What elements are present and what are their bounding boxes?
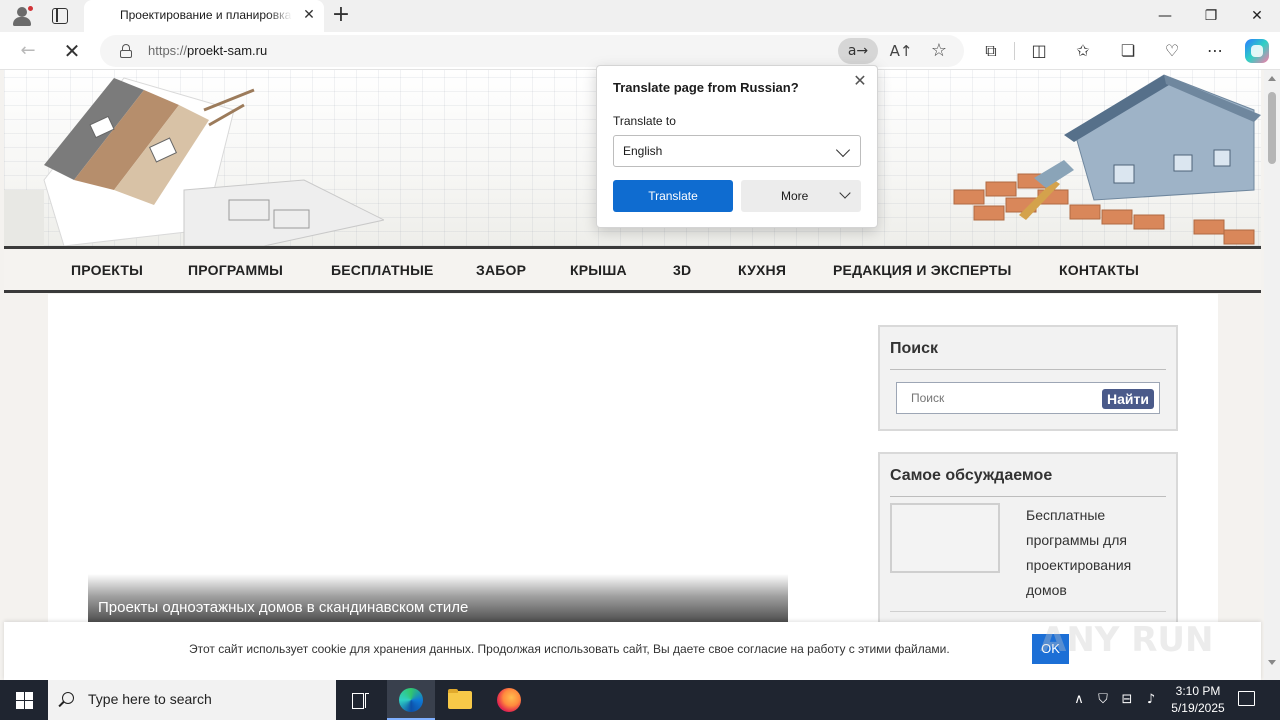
profile-avatar-icon[interactable] bbox=[12, 5, 34, 26]
search-widget: Поиск Найти bbox=[878, 325, 1178, 431]
volume-icon[interactable]: ♪ bbox=[1142, 690, 1160, 710]
house-illustration-left bbox=[4, 77, 384, 246]
maximize-button[interactable]: ❐ bbox=[1188, 0, 1234, 32]
favorites-icon[interactable]: ✩ bbox=[1068, 37, 1098, 65]
firefox-icon[interactable] bbox=[485, 680, 533, 720]
nav-item-free[interactable]: БЕСПЛАТНЫЕ bbox=[331, 262, 434, 278]
more-menu-icon[interactable]: ⋯ bbox=[1200, 37, 1230, 65]
browser-essentials-icon[interactable]: ♡ bbox=[1157, 37, 1187, 65]
search-widget-title: Поиск bbox=[890, 340, 939, 357]
tray-overflow-chevron-icon[interactable]: ∧ bbox=[1070, 690, 1088, 710]
translate-popup-title: Translate page from Russian? bbox=[613, 80, 799, 95]
clock-time: 3:10 PM bbox=[1175, 684, 1221, 698]
more-button-label: More bbox=[781, 189, 809, 203]
translate-popup: Translate page from Russian? ✕ Translate… bbox=[596, 65, 878, 228]
url-text[interactable]: https://proekt-sam.ru bbox=[148, 43, 267, 58]
clock-date: 5/19/2025 bbox=[1171, 701, 1225, 715]
more-button[interactable]: More bbox=[741, 180, 861, 212]
copilot-icon[interactable] bbox=[1245, 39, 1269, 63]
nav-item-fence[interactable]: ЗАБОР bbox=[476, 262, 526, 278]
tab-close-icon[interactable]: ✕ bbox=[300, 6, 318, 24]
cookie-notice-text: Этот сайт использует cookie для хранения… bbox=[189, 642, 950, 656]
scroll-up-arrow-icon[interactable] bbox=[1268, 76, 1276, 81]
house-illustration-right bbox=[953, 74, 1261, 245]
taskbar-search-placeholder: Type here to search bbox=[88, 691, 212, 707]
nav-item-kitchen[interactable]: КУХНЯ bbox=[738, 262, 786, 278]
search-button[interactable]: Найти bbox=[1102, 389, 1154, 409]
search-box: Найти bbox=[896, 382, 1160, 414]
taskbar-search[interactable]: Type here to search bbox=[48, 680, 336, 720]
browser-tab-active[interactable]: Проектирование и планировка ✕ bbox=[84, 0, 324, 32]
nav-item-contacts[interactable]: КОНТАКТЫ bbox=[1059, 262, 1139, 278]
most-discussed-title: Самое обсуждаемое bbox=[890, 467, 1053, 484]
lock-icon[interactable] bbox=[120, 44, 132, 58]
taskbar-clock[interactable]: 3:10 PM 5/19/2025 bbox=[1160, 683, 1236, 717]
collections-icon[interactable]: ❏ bbox=[1113, 37, 1143, 65]
browser-tab-bar: Проектирование и планировка ✕ + — ❐ ✕ bbox=[0, 0, 1280, 32]
language-select[interactable]: English bbox=[613, 135, 861, 167]
extensions-icon[interactable]: ⧉ bbox=[976, 37, 1006, 65]
selected-language: English bbox=[623, 144, 663, 158]
anyrun-watermark: ANY RUN bbox=[1040, 608, 1240, 668]
main-navigation: ПРОЕКТЫ ПРОГРАММЫ БЕСПЛАТНЫЕ ЗАБОР КРЫША… bbox=[4, 246, 1261, 293]
widget-divider bbox=[890, 496, 1166, 497]
minimize-button[interactable]: — bbox=[1142, 0, 1188, 32]
translate-indicator-icon[interactable]: a→ bbox=[838, 38, 878, 64]
address-bar[interactable]: https://proekt-sam.ru a→ A↑ ☆ bbox=[100, 35, 964, 67]
back-arrow-icon[interactable]: ← bbox=[14, 37, 42, 65]
nav-item-projects[interactable]: ПРОЕКТЫ bbox=[71, 262, 143, 278]
new-tab-button[interactable]: + bbox=[330, 3, 352, 27]
tab-actions-icon[interactable] bbox=[52, 8, 68, 24]
featured-post[interactable]: Проекты одноэтажных домов в скандинавско… bbox=[88, 574, 788, 624]
nav-item-editors-experts[interactable]: РЕДАКЦИЯ И ЭКСПЕРТЫ bbox=[833, 262, 1012, 278]
network-icon[interactable]: ⊟ bbox=[1118, 690, 1136, 710]
watermark-text: ANY RUN bbox=[1040, 620, 1214, 660]
notification-icon[interactable] bbox=[1238, 691, 1255, 706]
nav-item-roof[interactable]: КРЫША bbox=[570, 262, 627, 278]
chevron-down-icon bbox=[839, 187, 851, 199]
read-aloud-icon[interactable]: A↑ bbox=[888, 38, 914, 64]
toolbar-divider bbox=[1014, 42, 1015, 60]
file-explorer-icon[interactable] bbox=[436, 680, 484, 720]
windows-taskbar: Type here to search ∧ ⛉ ⊟ ♪ 3:10 PM 5/19… bbox=[0, 680, 1280, 720]
close-icon[interactable]: ✕ bbox=[851, 72, 869, 90]
widget-divider bbox=[890, 369, 1166, 370]
post-thumbnail[interactable] bbox=[890, 503, 1000, 573]
page-scrollbar[interactable] bbox=[1264, 70, 1280, 680]
post-link[interactable]: Бесплатные программы для проектирования … bbox=[1026, 503, 1166, 603]
close-window-button[interactable]: ✕ bbox=[1234, 0, 1280, 32]
nav-item-programs[interactable]: ПРОГРАММЫ bbox=[188, 262, 283, 278]
security-tray-icon[interactable]: ⛉ bbox=[1094, 690, 1112, 710]
favorite-star-icon[interactable]: ☆ bbox=[926, 38, 952, 64]
split-screen-icon[interactable]: ◫ bbox=[1024, 37, 1054, 65]
stop-loading-icon[interactable]: ✕ bbox=[58, 37, 86, 65]
edge-browser-icon[interactable] bbox=[387, 680, 435, 720]
task-view-icon[interactable] bbox=[336, 680, 384, 720]
scrollbar-thumb[interactable] bbox=[1268, 92, 1276, 164]
translate-to-label: Translate to bbox=[613, 114, 676, 128]
chevron-down-icon bbox=[835, 142, 851, 158]
translate-button[interactable]: Translate bbox=[613, 180, 733, 212]
windows-start-icon[interactable] bbox=[0, 680, 48, 720]
search-icon bbox=[62, 692, 74, 704]
search-input[interactable] bbox=[911, 391, 1091, 405]
nav-item-3d[interactable]: 3D bbox=[673, 262, 691, 278]
featured-post-title[interactable]: Проекты одноэтажных домов в скандинавско… bbox=[98, 599, 468, 616]
tab-title: Проектирование и планировка bbox=[120, 8, 292, 22]
scroll-down-arrow-icon[interactable] bbox=[1268, 660, 1276, 665]
